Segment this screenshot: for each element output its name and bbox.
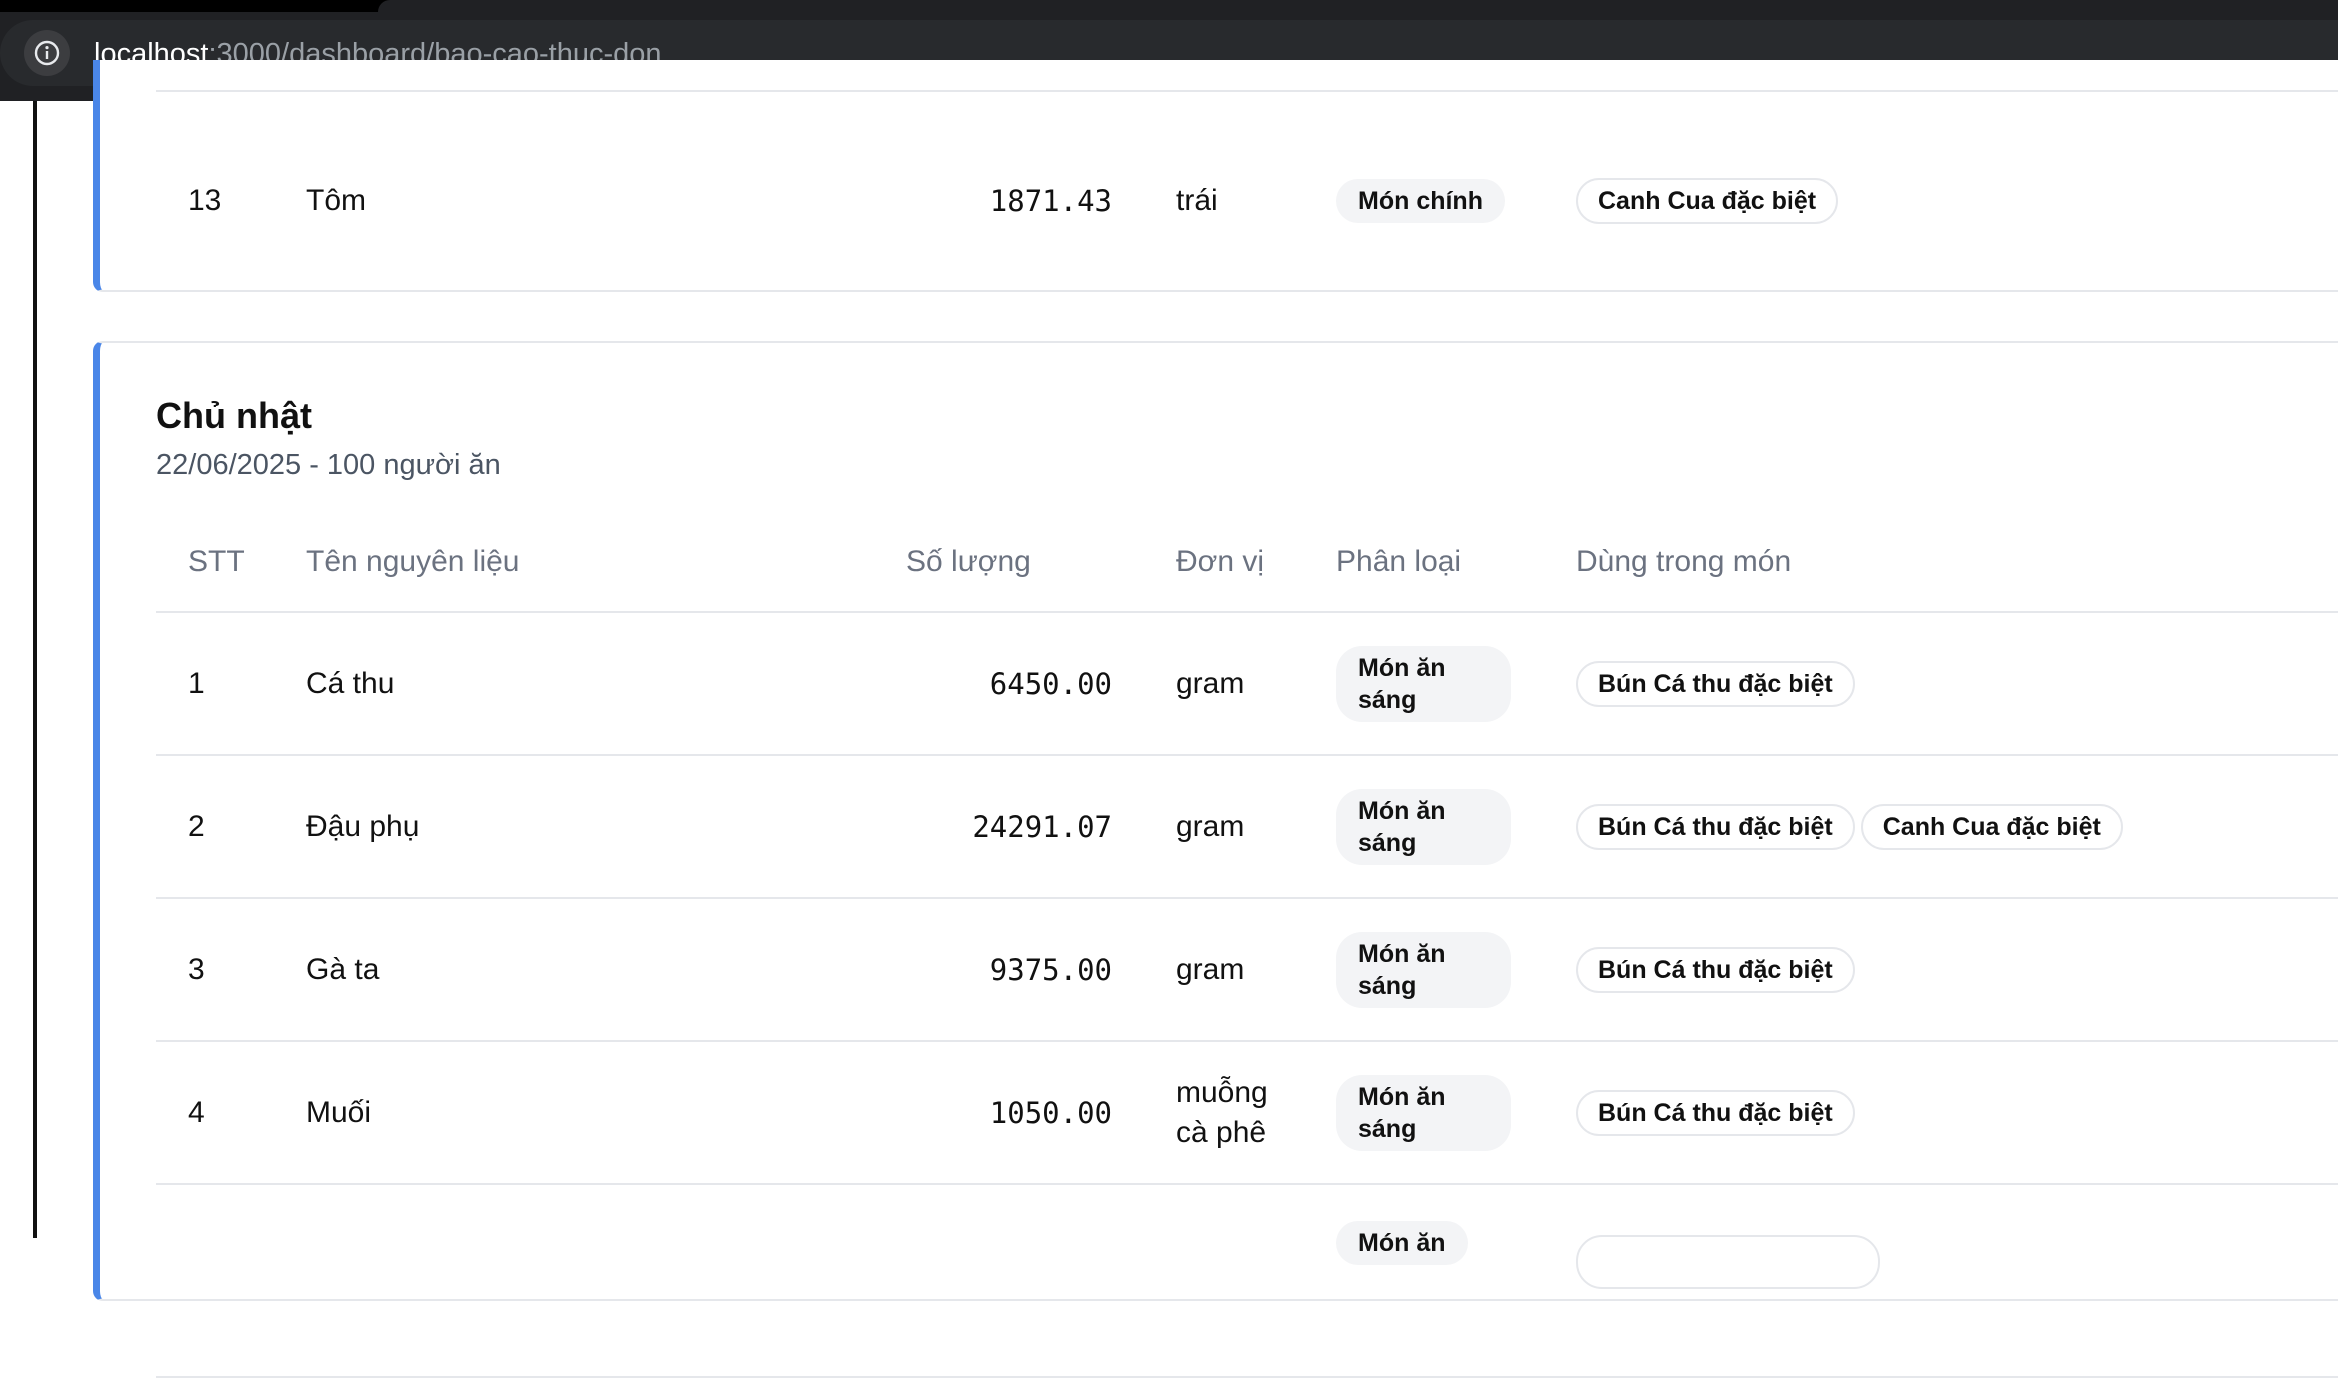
row-ingredient-name: Cá thu	[306, 612, 906, 756]
row-unit	[1176, 1184, 1336, 1378]
category-badge: Món ăn	[1336, 1221, 1468, 1265]
row-category: Món ăn sáng	[1336, 755, 1576, 899]
dish-tag	[1576, 1235, 1880, 1289]
unit-text: gram	[1176, 666, 1245, 700]
row-category: Món ăn sáng	[1336, 612, 1576, 756]
row-divider	[156, 90, 2338, 92]
row-ingredient-name: Gà ta	[306, 898, 906, 1042]
row-quantity: 9375.00	[906, 898, 1176, 1042]
row-unit: gram	[1176, 612, 1336, 756]
row-unit: gram	[1176, 755, 1336, 899]
table-row: Món ăn	[156, 1184, 2338, 1378]
dish-tag: Bún Cá thu đặc biệt	[1576, 803, 1855, 850]
row-quantity	[906, 1184, 1176, 1378]
row-stt: 2	[156, 755, 306, 899]
day-card-previous: 13 Tôm 1871.43 trái Món chính Canh Cua đ…	[93, 60, 2338, 292]
day-title: Chủ nhật	[156, 395, 312, 436]
category-badge: Món ăn sáng	[1336, 645, 1511, 722]
column-header-unit: Đơn vị	[1176, 513, 1336, 613]
site-info-icon[interactable]	[24, 30, 70, 76]
row-stt: 3	[156, 898, 306, 1042]
category-badge: Món chính	[1336, 178, 1505, 223]
row-unit: trái	[1176, 183, 1218, 217]
row-stt: 13	[188, 183, 222, 217]
table-row: 3 Gà ta 9375.00 gram Món ăn sáng Bún Cá …	[156, 898, 2338, 1042]
column-header-name: Tên nguyên liệu	[306, 513, 906, 613]
row-category: Món ăn sáng	[1336, 898, 1576, 1042]
row-ingredient-name: Muối	[306, 1041, 906, 1185]
row-category: Món chính	[1336, 130, 1576, 271]
row-stt	[156, 1184, 306, 1378]
dish-tag: Bún Cá thu đặc biệt	[1576, 946, 1855, 993]
row-dishes: Bún Cá thu đặc biệt	[1576, 1041, 2338, 1185]
dish-tag: Canh Cua đặc biệt	[1860, 803, 2123, 850]
category-badge: Món ăn sáng	[1336, 931, 1511, 1008]
column-header-category: Phân loại	[1336, 513, 1576, 613]
category-badge: Món ăn sáng	[1336, 788, 1511, 865]
row-category: Món ăn sáng	[1336, 1041, 1576, 1185]
day-subtitle: 22/06/2025 - 100 người ăn	[156, 449, 501, 481]
row-stt: 1	[156, 612, 306, 756]
row-dishes: Canh Cua đặc biệt	[1576, 130, 2338, 271]
row-ingredient-name: Đậu phụ	[306, 755, 906, 899]
ingredient-table: STT Tên nguyên liệu Số lượng Đơn vị Phân…	[156, 513, 2338, 1378]
row-unit: muỗng cà phê	[1176, 1041, 1336, 1185]
column-header-dishes: Dùng trong món	[1576, 513, 2338, 613]
column-header-stt: STT	[156, 513, 306, 613]
row-dishes	[1576, 1184, 2338, 1378]
column-header-quantity: Số lượng	[906, 513, 1176, 613]
category-badge: Món ăn sáng	[1336, 1074, 1511, 1151]
tab-strip	[0, 0, 2338, 12]
dish-tag: Canh Cua đặc biệt	[1576, 177, 1839, 224]
page-left-border	[33, 101, 37, 1238]
row-dishes: Bún Cá thu đặc biệt	[1576, 898, 2338, 1042]
unit-text: gram	[1176, 809, 1245, 843]
unit-text: muỗng cà phê	[1176, 1075, 1268, 1149]
table-row: 2 Đậu phụ 24291.07 gram Món ăn sáng Bún …	[156, 755, 2338, 899]
day-card-sunday: Chủ nhật 22/06/2025 - 100 người ăn STT T…	[93, 341, 2338, 1378]
row-dishes: Bún Cá thu đặc biệt Canh Cua đặc biệt	[1576, 755, 2338, 899]
row-category: Món ăn	[1336, 1184, 1576, 1378]
row-quantity: 1050.00	[906, 1041, 1176, 1185]
table-row: 13 Tôm 1871.43 trái Món chính Canh Cua đ…	[156, 130, 2338, 271]
row-quantity: 24291.07	[906, 755, 1176, 899]
dish-tag: Bún Cá thu đặc biệt	[1576, 1089, 1855, 1136]
row-ingredient-name: Tôm	[306, 183, 366, 217]
unit-text: gram	[1176, 952, 1245, 986]
row-unit: gram	[1176, 898, 1336, 1042]
row-quantity: 6450.00	[906, 612, 1176, 756]
row-dishes: Bún Cá thu đặc biệt	[1576, 612, 2338, 756]
table-header-row: STT Tên nguyên liệu Số lượng Đơn vị Phân…	[156, 513, 2338, 613]
row-ingredient-name	[306, 1184, 906, 1378]
ingredient-table-previous: 13 Tôm 1871.43 trái Món chính Canh Cua đ…	[156, 130, 2338, 271]
row-stt: 4	[156, 1041, 306, 1185]
table-row: 4 Muối 1050.00 muỗng cà phê Món ăn sáng …	[156, 1041, 2338, 1185]
dish-tag: Bún Cá thu đặc biệt	[1576, 660, 1855, 707]
row-quantity: 1871.43	[989, 183, 1112, 218]
table-row: 1 Cá thu 6450.00 gram Món ăn sáng Bún Cá…	[156, 612, 2338, 756]
